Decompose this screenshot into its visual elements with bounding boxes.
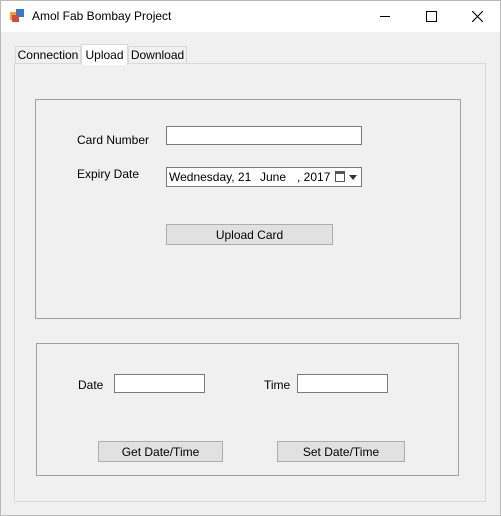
title-bar[interactable]: Amol Fab Bombay Project [1,1,500,32]
card-group-box: Card Number Expiry Date Wednesday, 21 Ju… [35,99,461,319]
chevron-down-icon[interactable] [349,175,357,180]
minimize-icon [380,16,390,17]
expiry-year: , 2017 [297,170,331,184]
get-datetime-button[interactable]: Get Date/Time [98,441,223,462]
time-label: Time [264,378,291,392]
expiry-weekday: Wednesday, 21 [169,170,252,184]
minimize-button[interactable] [362,1,408,32]
date-label: Date [78,378,104,392]
maximize-button[interactable] [408,1,454,32]
date-input[interactable] [114,374,205,393]
maximize-icon [425,11,437,22]
client-area: Connection Upload Download Card Number E… [1,32,500,515]
tab-label: Upload [85,48,124,62]
upload-card-button[interactable]: Upload Card [166,224,333,245]
expiry-month: June [260,170,287,184]
close-button[interactable] [454,1,500,32]
datetime-group-box: Date Time Get Date/Time Set Date/Time [36,343,459,476]
tab-upload[interactable]: Upload [81,44,128,65]
tab-label: Connection [17,48,79,62]
app-icon [10,9,24,22]
app-window: Amol Fab Bombay Project Connection Uploa… [0,0,501,516]
time-input[interactable] [297,374,388,393]
tab-connection[interactable]: Connection [15,46,81,63]
upload-tab-panel: Card Number Expiry Date Wednesday, 21 Ju… [14,63,486,502]
tab-download[interactable]: Download [128,46,187,63]
tab-label: Download [130,48,185,62]
card-number-label: Card Number [77,133,150,147]
close-icon [471,11,483,22]
calendar-icon[interactable] [335,171,345,182]
expiry-date-picker[interactable]: Wednesday, 21 June , 2017 [166,167,362,187]
card-number-input[interactable] [166,126,362,145]
window-title: Amol Fab Bombay Project [32,9,172,23]
set-datetime-button[interactable]: Set Date/Time [277,441,405,462]
expiry-date-label: Expiry Date [77,167,140,181]
